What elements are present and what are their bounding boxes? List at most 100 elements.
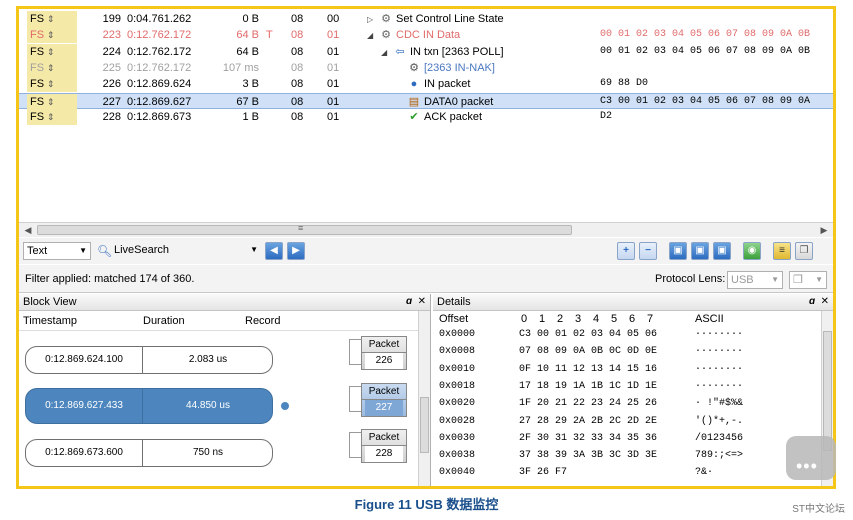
export-button[interactable]: ❐: [795, 242, 813, 260]
gear-icon: ⚙: [381, 13, 391, 25]
up-down-arrows-icon: ⇕: [47, 30, 55, 41]
horizontal-scrollbar[interactable]: ◀ ≡ ▶: [19, 222, 833, 237]
packet-row[interactable]: FS ⇕ 228 0:12.869.673 1 B 08 01 ✔ ACK packet D2: [19, 108, 833, 125]
block-timestamp: 0:12.869.673.600: [45, 447, 123, 458]
packet-box-label: Packet: [362, 384, 406, 400]
block-item[interactable]: 0:12.869.627.433 44.850 us: [25, 388, 273, 424]
packet-length: 3 B: [242, 78, 259, 91]
block-view-panel: Block View ɑ ✕ Timestamp Duration Record…: [19, 294, 431, 486]
block-view-title-bar: Block View ɑ ✕: [19, 294, 430, 311]
packet-box[interactable]: Packet 227: [361, 383, 407, 417]
hex-ascii: ········: [695, 346, 744, 358]
search-next-button[interactable]: ▶: [287, 242, 305, 260]
speed-badge: FS ⇕: [27, 76, 77, 93]
record-label: Set Control Line State: [396, 13, 504, 25]
panel-controls[interactable]: ɑ ✕: [809, 294, 829, 310]
view-transfers-button[interactable]: ▣: [713, 242, 731, 260]
packet-data: D2: [600, 110, 613, 122]
hex-bytes: 3F 26 F7: [519, 467, 568, 479]
packet-length: 67 B: [236, 95, 259, 108]
column-duration: Duration: [143, 315, 185, 327]
packet-index: 223: [102, 29, 121, 42]
expand-all-button[interactable]: +: [617, 242, 635, 260]
packet-row[interactable]: FS ⇕ 199 0:04.761.262 0 B 08 00 ▷ ⚙ Set Control L…: [19, 11, 833, 27]
view-packets-button[interactable]: ▣: [669, 242, 687, 260]
record-label: IN txn [2363 POLL]: [410, 45, 504, 58]
packet-row[interactable]: FS ⇕ 225 0:12.762.172 107 ms 08 01 ⚙ [2363 IN-NA…: [19, 59, 833, 76]
block-bracket: [349, 386, 361, 412]
packet-box[interactable]: Packet 228: [361, 429, 407, 463]
packet-timestamp: 0:12.869.673: [127, 110, 192, 123]
packet-index: 227: [102, 95, 121, 108]
details-title-bar: Details ɑ ✕: [433, 294, 833, 311]
speed-label: FS: [30, 45, 45, 58]
block-timestamp: 0:12.869.627.433: [45, 400, 123, 411]
packet-data: 00 01 02 03 04 05 06 07 08 09 0A 0B: [600, 29, 811, 41]
collapse-all-button[interactable]: −: [639, 242, 657, 260]
packet-record: ● IN packet: [359, 76, 594, 92]
packet-timestamp: 0:12.762.172: [127, 61, 192, 74]
scroll-left-icon[interactable]: ◀: [21, 224, 35, 236]
scroll-right-icon[interactable]: ▶: [817, 224, 831, 236]
hex-ascii: /0123456: [695, 432, 744, 444]
protocol-lens-select[interactable]: USB ▼: [727, 271, 783, 289]
hex-ascii: · !"#$%&: [695, 398, 744, 410]
toolbar: Text ▼ 🔍︎ LiveSearch ▼ ◀ ▶ + − ▣ ▣ ▣ ◉ ≡…: [19, 238, 833, 264]
up-down-arrows-icon: ⇕: [47, 46, 55, 57]
packet-row[interactable]: FS ⇕ 226 0:12.869.624 3 B 08 01 ● IN packet 69 88…: [19, 76, 833, 93]
block-item[interactable]: 0:12.869.673.600 750 ns: [25, 439, 273, 467]
block-item[interactable]: 0:12.869.624.100 2.083 us: [25, 346, 273, 374]
view-mode-select[interactable]: Text ▼: [23, 242, 91, 260]
packet-endpoint: 01: [327, 95, 340, 108]
block-duration: 44.850 us: [186, 400, 230, 411]
up-down-arrows-icon: ⇕: [47, 111, 55, 122]
scrollbar-thumb[interactable]: [420, 397, 429, 453]
packet-index: 199: [102, 13, 121, 25]
panel-controls[interactable]: ɑ ✕: [406, 294, 426, 310]
packet-record: ⚙ [2363 IN-NAK]: [359, 60, 594, 76]
packet-timestamp: 0:12.869.624: [127, 78, 192, 91]
packet-endpoint: 01: [327, 78, 340, 91]
packet-row[interactable]: FS ⇕ 223 0:12.762.172 64 B T 08 01 ◢ ⚙ CDC IN Data…: [19, 27, 833, 44]
view-transactions-button[interactable]: ▣: [691, 242, 709, 260]
packet-data: 69 88 D0: [600, 78, 649, 90]
lens-options-select[interactable]: ❐ ▼: [789, 271, 827, 289]
packet-table[interactable]: FS ⇕ 199 0:04.761.262 0 B 08 00 ▷ ⚙ Set Control L…: [19, 9, 833, 221]
up-down-arrows-icon: ⇕: [47, 14, 55, 24]
packet-length: 107 ms: [222, 61, 259, 74]
details-column-header: 2: [557, 313, 564, 325]
packet-row[interactable]: FS ⇕ 224 0:12.762.172 64 B 08 01 ◢ ⇦ IN txn [2363…: [19, 43, 833, 61]
search-prev-button[interactable]: ◀: [265, 242, 283, 260]
block-view-title: Block View: [23, 296, 77, 308]
chat-bubble-icon[interactable]: •••: [786, 436, 836, 480]
notes-button[interactable]: ≡: [773, 242, 791, 260]
packet-device: 08: [291, 29, 304, 42]
details-column-header: 6: [629, 313, 636, 325]
hex-ascii: ········: [695, 380, 744, 392]
packet-index: 224: [102, 45, 121, 58]
selection-dot: [281, 402, 289, 410]
packet-index: 228: [102, 110, 121, 123]
speed-badge: FS ⇕: [27, 93, 77, 110]
speed-label: FS: [30, 110, 45, 123]
packet-box-number: 227: [365, 400, 403, 416]
packet-record: ✔ ACK packet: [359, 109, 594, 125]
packet-box[interactable]: Packet 226: [361, 336, 407, 370]
record-button[interactable]: ◉: [743, 242, 761, 260]
packet-row[interactable]: FS ⇕ 227 0:12.869.627 67 B 08 01 ▤ DATA0 packet C…: [19, 92, 833, 110]
expand-toggle-icon[interactable]: ▷: [367, 12, 379, 28]
packet-record: ◢ ⇦ IN txn [2363 POLL]: [359, 44, 594, 61]
chevron-down-icon: ▼: [771, 275, 779, 284]
details-column-header: 3: [575, 313, 582, 325]
app-window: FS ⇕ 199 0:04.761.262 0 B 08 00 ▷ ⚙ Set Control L…: [16, 6, 836, 489]
scrollbar-thumb[interactable]: ≡: [37, 223, 572, 235]
block-view-scrollbar[interactable]: [418, 311, 430, 486]
speed-label: FS: [30, 95, 45, 108]
packet-device: 08: [291, 110, 304, 123]
expand-toggle-icon[interactable]: ◢: [367, 28, 379, 44]
packet-record: ▷ ⚙ Set Control Line State: [359, 11, 594, 28]
expand-toggle-icon[interactable]: ◢: [381, 45, 393, 61]
scrollbar-thumb[interactable]: [823, 331, 832, 451]
search-mode-select[interactable]: LiveSearch ▼: [111, 242, 261, 260]
details-column-header: 0: [521, 313, 528, 325]
